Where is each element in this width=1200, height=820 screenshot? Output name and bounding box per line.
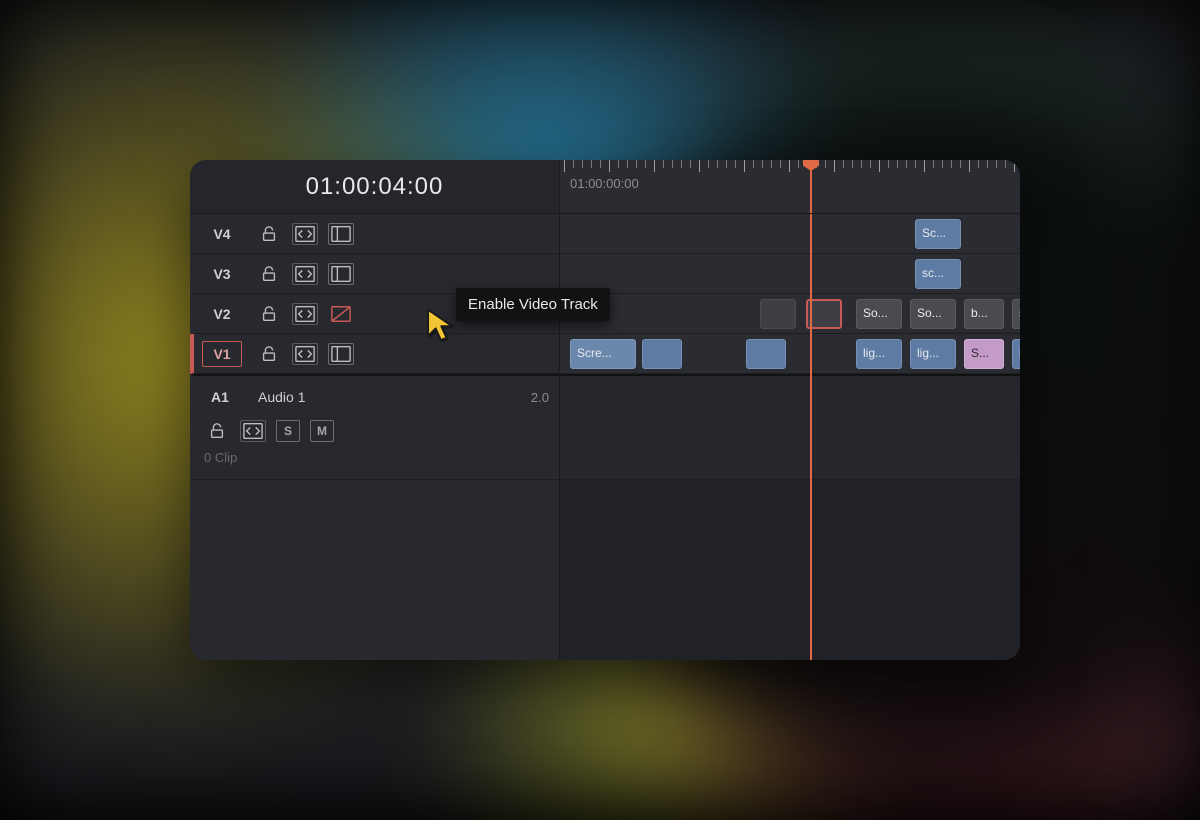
solo-button[interactable]: S [276, 420, 300, 442]
clip[interactable]: Scre... [570, 339, 636, 369]
audio-channel-count: 2.0 [531, 390, 549, 405]
track-headers: V4 V3 [190, 214, 560, 660]
clip[interactable]: sc... [1012, 299, 1020, 329]
clip[interactable]: b. [1012, 339, 1020, 369]
track-label-v3: V3 [202, 261, 242, 287]
enable-track-icon-disabled[interactable] [328, 303, 354, 325]
audio-track-name: Audio 1 [258, 389, 305, 405]
video-lane-v2[interactable]: So... So... b... sc... [560, 294, 1020, 334]
clip[interactable]: lig... [910, 339, 956, 369]
video-track-header-v1[interactable]: V1 [190, 334, 559, 374]
tooltip-enable-video-track: Enable Video Track [456, 288, 610, 321]
timecode-display[interactable]: 01:00:04:00 [190, 160, 560, 213]
video-track-header-v4[interactable]: V4 [190, 214, 559, 254]
timeline-header: 01:00:04:00 01:00:00:00 01:00:08:00 [190, 160, 1020, 214]
clip[interactable]: sc... [915, 259, 961, 289]
mute-button[interactable]: M [310, 420, 334, 442]
clip[interactable]: b... [964, 299, 1004, 329]
track-label-v4: V4 [202, 221, 242, 247]
lock-icon[interactable] [256, 263, 282, 285]
track-label-v2: V2 [202, 301, 242, 327]
video-lane-v4[interactable]: Sc... [560, 214, 1020, 254]
track-label-v1: V1 [202, 341, 242, 367]
cursor-icon [424, 308, 458, 342]
clip[interactable]: S... [964, 339, 1004, 369]
track-label-a1: A1 [202, 384, 238, 410]
timeline-panel: 01:00:04:00 01:00:00:00 01:00:08:00 V4 [190, 160, 1020, 660]
auto-select-icon[interactable] [292, 343, 318, 365]
enable-track-icon[interactable] [328, 263, 354, 285]
enable-track-icon[interactable] [328, 223, 354, 245]
clip[interactable] [746, 339, 786, 369]
timecode-value: 01:00:04:00 [306, 173, 444, 201]
auto-select-icon[interactable] [292, 303, 318, 325]
timeline-lanes[interactable]: Sc... sc... So...So...b...sc... Scre...l… [560, 214, 1020, 660]
playhead[interactable] [810, 160, 812, 213]
auto-select-icon[interactable] [240, 420, 266, 442]
audio-clip-count: 0 Clip [204, 450, 549, 465]
lock-icon[interactable] [256, 303, 282, 325]
audio-track-header-a1[interactable]: A1 Audio 1 2.0 S M 0 Clip [190, 374, 559, 480]
auto-select-icon[interactable] [292, 223, 318, 245]
lock-icon[interactable] [256, 343, 282, 365]
enable-track-icon[interactable] [328, 343, 354, 365]
ruler-label-start: 01:00:00:00 [570, 176, 639, 191]
video-lane-v1[interactable]: Scre... lig... lig... S... b. [560, 334, 1020, 374]
clip[interactable] [642, 339, 682, 369]
clip[interactable]: So... [856, 299, 902, 329]
video-lane-v3[interactable]: sc... [560, 254, 1020, 294]
audio-lane-a1[interactable] [560, 374, 1020, 480]
clip[interactable]: So... [910, 299, 956, 329]
timeline-ruler[interactable]: 01:00:00:00 01:00:08:00 [560, 160, 1020, 213]
playhead-line[interactable] [810, 214, 812, 660]
clip[interactable]: lig... [856, 339, 902, 369]
auto-select-icon[interactable] [292, 263, 318, 285]
lock-icon[interactable] [204, 420, 230, 442]
clip[interactable] [760, 299, 796, 329]
clip[interactable]: Sc... [915, 219, 961, 249]
lock-icon[interactable] [256, 223, 282, 245]
